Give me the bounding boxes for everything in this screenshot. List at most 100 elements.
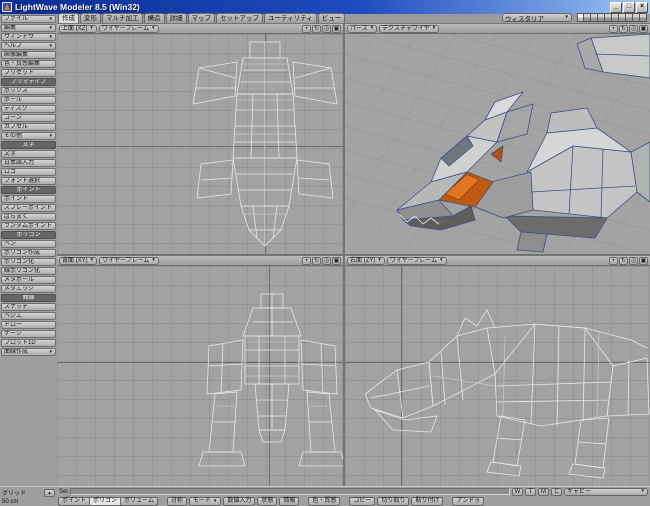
sidebar-item-draw[interactable]: ドロー — [1, 321, 56, 329]
view-type-dropdown[interactable]: 右面 (ZY)▼ — [347, 257, 385, 265]
sidebar-item-more-primitives[interactable]: その他▼ — [1, 132, 56, 140]
viewport-rotate-button[interactable]: ↻ — [312, 25, 321, 33]
sidebar-item-cage[interactable]: ケージ — [1, 330, 56, 338]
viewport-zoom-button[interactable]: ◎ — [322, 257, 331, 265]
maximize-button[interactable]: □ — [623, 2, 635, 13]
sidebar-menu-edit[interactable]: 編集▼ — [1, 24, 56, 32]
color-map-button[interactable]: C — [551, 488, 562, 496]
tab-utilities[interactable]: ユーティリティ — [264, 13, 317, 23]
viewport-pan-button[interactable]: + — [302, 257, 311, 265]
sidebar-scroll-up-button[interactable]: ▴ — [44, 489, 55, 497]
sidebar-item-points-to-polys[interactable]: ポリゴン化 — [1, 258, 56, 266]
tab-create[interactable]: 作成 — [58, 13, 79, 23]
texture-map-button[interactable]: T — [525, 488, 536, 496]
surface-button[interactable]: 色・質感 — [308, 497, 340, 506]
weight-map-button[interactable]: W — [512, 488, 523, 496]
title-bar[interactable]: LightWave Modeler 8.5 (Win32) _ □ × — [0, 0, 650, 14]
render-mode-dropdown[interactable]: テクスチャワイヤ▼ — [379, 25, 439, 33]
tab-view[interactable]: ビュー — [318, 13, 346, 23]
sidebar-item-presets[interactable]: プリセット — [1, 69, 56, 77]
viewport-maximize-button[interactable]: ▣ — [639, 257, 648, 265]
viewport-maximize-button[interactable]: ▣ — [639, 25, 648, 33]
sidebar-item-spline-to-polys[interactable]: 線ポリゴン化 — [1, 267, 56, 275]
view-type-dropdown[interactable]: 背面 (XY)▼ — [59, 257, 97, 265]
menu-set-dropdown[interactable]: ウィスタリア ▼ — [502, 13, 572, 22]
view-type-dropdown[interactable]: パース▼ — [347, 25, 377, 33]
sidebar-item-random-points[interactable]: ランダムポイント — [1, 222, 56, 230]
sidebar-item-capsule[interactable]: カプセル — [1, 123, 56, 131]
mode-polygons-button[interactable]: ポリゴン — [89, 497, 120, 506]
viewport-rotate-button[interactable]: ↻ — [312, 257, 321, 265]
copy-button[interactable]: コピー — [349, 497, 375, 506]
tab-detail[interactable]: 詳細 — [166, 13, 187, 23]
sidebar-item-metaedges[interactable]: メタエッジ — [1, 285, 56, 293]
close-button[interactable]: × — [636, 2, 648, 13]
tab-construct[interactable]: 構造 — [144, 13, 165, 23]
sidebar-item-pen[interactable]: ペン — [1, 240, 56, 248]
layer-button[interactable] — [605, 13, 612, 22]
viewport-pan-button[interactable]: + — [609, 25, 618, 33]
vertex-map-dropdown[interactable]: キャビー ▼ — [564, 488, 648, 496]
sidebar-item-bezier[interactable]: ベジエ — [1, 312, 56, 320]
sidebar-item-surface-editor[interactable]: 色・質感編集 — [1, 60, 56, 68]
viewport-maximize-button[interactable]: ▣ — [332, 257, 341, 265]
sidebar-item-japanese-input[interactable]: 日本語入力 — [1, 159, 56, 167]
viewport-zoom-button[interactable]: ◎ — [629, 25, 638, 33]
symmetry-button[interactable]: 対称 — [167, 497, 187, 506]
sidebar-item-metaballs[interactable]: メタボール — [1, 276, 56, 284]
view-type-dropdown[interactable]: 上面 (XZ)▼ — [59, 25, 97, 33]
render-mode-dropdown[interactable]: ワイヤーフレーム▼ — [99, 25, 159, 33]
layer-button[interactable] — [640, 13, 647, 22]
render-mode-dropdown[interactable]: ワイヤーフレーム▼ — [387, 257, 447, 265]
layer-button[interactable] — [591, 13, 598, 22]
sidebar-menu-help[interactable]: ヘルプ▼ — [1, 42, 56, 50]
viewport-right-canvas[interactable] — [345, 266, 650, 486]
sidebar-menu-file[interactable]: ファイル▼ — [1, 15, 56, 23]
undo-button[interactable]: アンドゥ — [452, 497, 484, 506]
sidebar-item-logo[interactable]: ロゴ — [1, 168, 56, 176]
sidebar-item-ball[interactable]: ボール — [1, 96, 56, 104]
layer-button[interactable] — [598, 13, 605, 22]
sidebar-item-disc[interactable]: ディスク — [1, 105, 56, 113]
cut-button[interactable]: 切り取り — [377, 497, 409, 506]
sidebar-item-spray-points[interactable]: スプレーポイント — [1, 204, 56, 212]
layer-button[interactable] — [626, 13, 633, 22]
layer-button[interactable] — [612, 13, 619, 22]
sidebar-item-image-editor[interactable]: 画像編集 — [1, 51, 56, 59]
sidebar-item-font-select[interactable]: フォント選択 — [1, 177, 56, 185]
viewport-pan-button[interactable]: + — [302, 25, 311, 33]
sidebar-item-plot1d[interactable]: プロット1D — [1, 339, 56, 347]
viewport-rotate-button[interactable]: ↻ — [619, 25, 628, 33]
minimize-button[interactable]: _ — [610, 2, 622, 13]
viewport-perspective-canvas[interactable] — [345, 34, 650, 254]
tab-map[interactable]: マップ — [188, 13, 216, 23]
modes-dropdown[interactable]: モード▼ — [189, 497, 221, 506]
viewport-back-canvas[interactable] — [57, 266, 343, 486]
sidebar-menu-window[interactable]: ウィンドウ▼ — [1, 33, 56, 41]
mode-volume-button[interactable]: ボリューム — [120, 497, 158, 506]
layer-button[interactable] — [584, 13, 591, 22]
viewport-top-canvas[interactable] — [57, 34, 343, 254]
info-button[interactable]: 情報 — [279, 497, 299, 506]
viewport-zoom-button[interactable]: ◎ — [629, 257, 638, 265]
sidebar-item-text[interactable]: 文字 — [1, 150, 56, 158]
layer-button[interactable] — [577, 13, 584, 22]
mode-points-button[interactable]: ポイント — [58, 497, 89, 506]
viewport-zoom-button[interactable]: ◎ — [322, 25, 331, 33]
sidebar-item-sketch[interactable]: スケッチ — [1, 303, 56, 311]
layer-button[interactable] — [619, 13, 626, 22]
sidebar-item-make-curve[interactable]: 曲線作成▼ — [1, 348, 56, 356]
tab-setup[interactable]: セットアップ — [216, 13, 263, 23]
viewport-rotate-button[interactable]: ↻ — [619, 257, 628, 265]
tab-modify[interactable]: 変形 — [80, 13, 101, 23]
sidebar-item-points[interactable]: ポイント — [1, 195, 56, 203]
paste-button[interactable]: 貼り付け — [411, 497, 443, 506]
sidebar-item-box[interactable]: ボックス — [1, 87, 56, 95]
layer-button[interactable] — [633, 13, 640, 22]
numeric-button[interactable]: 数値入力 — [223, 497, 255, 506]
tab-multiply[interactable]: マルチ加工 — [102, 13, 143, 23]
sidebar-item-cone[interactable]: コーン — [1, 114, 56, 122]
statistics-button[interactable]: 状態 — [257, 497, 277, 506]
viewport-pan-button[interactable]: + — [609, 257, 618, 265]
viewport-maximize-button[interactable]: ▣ — [332, 25, 341, 33]
